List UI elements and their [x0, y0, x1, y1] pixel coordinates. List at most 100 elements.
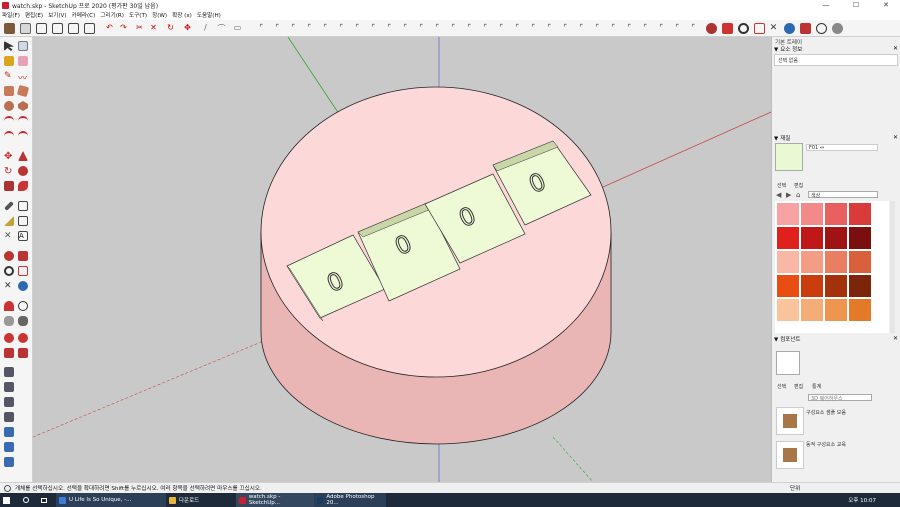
look-around-icon[interactable]: [816, 23, 827, 34]
minimize-button[interactable]: —: [812, 0, 840, 10]
material-category-select[interactable]: 색상: [808, 191, 878, 199]
follow-me-icon[interactable]: [18, 166, 28, 176]
rotate-tool-icon[interactable]: ↻: [4, 166, 14, 177]
component-search-input[interactable]: 3D 웨어하우스: [808, 394, 872, 402]
back-view-icon[interactable]: [84, 23, 95, 34]
swatch[interactable]: [777, 227, 799, 249]
redo-icon[interactable]: ↷: [118, 23, 129, 34]
swatch[interactable]: [849, 203, 871, 225]
section-plane-icon[interactable]: [18, 316, 28, 326]
menu-extensions[interactable]: 확장 (x): [172, 11, 192, 19]
taskbar-item-sketchup[interactable]: watch.skp - SketchUp...: [236, 493, 314, 507]
line-icon[interactable]: /: [200, 23, 211, 34]
rectangle-tool-icon[interactable]: [4, 86, 14, 96]
materials-header[interactable]: ▼ 재질 ✕: [774, 134, 898, 142]
zoom-extents-tool-icon[interactable]: ✕: [4, 281, 14, 291]
menu-view[interactable]: 보기(V): [48, 11, 66, 19]
swatch[interactable]: [801, 251, 823, 273]
search-icon[interactable]: [20, 493, 38, 507]
corner7-icon[interactable]: ⌜: [352, 23, 363, 34]
corner14-icon[interactable]: ⌜: [464, 23, 475, 34]
swatch[interactable]: [849, 227, 871, 249]
swatch[interactable]: [777, 275, 799, 297]
swatch[interactable]: [801, 227, 823, 249]
footprints-icon[interactable]: [832, 23, 843, 34]
line-tool-icon[interactable]: ✎: [4, 71, 14, 81]
corner15-icon[interactable]: ⌜: [480, 23, 491, 34]
tab-edit-materials[interactable]: 편집: [794, 182, 803, 189]
corner27-icon[interactable]: ⌜: [672, 23, 683, 34]
pie-tool-icon[interactable]: [18, 131, 28, 141]
solid-tools-icon[interactable]: [4, 367, 14, 377]
undo-icon[interactable]: ↶: [104, 23, 115, 34]
split-icon[interactable]: [4, 457, 14, 467]
position-camera-icon[interactable]: [784, 23, 795, 34]
corner18-icon[interactable]: ⌜: [528, 23, 539, 34]
corner11-icon[interactable]: ⌜: [416, 23, 427, 34]
corner25-icon[interactable]: ⌜: [640, 23, 651, 34]
menu-edit[interactable]: 편집(E): [25, 11, 43, 19]
subtract-icon[interactable]: [4, 427, 14, 437]
outer-shell-icon[interactable]: [4, 382, 14, 392]
tape-measure-icon[interactable]: [4, 201, 14, 211]
tab-select-materials[interactable]: 선택: [777, 182, 786, 189]
3d-text-icon[interactable]: A: [18, 231, 28, 241]
arc2-tool-icon[interactable]: [18, 116, 28, 126]
zoom-window-tool-icon[interactable]: [18, 266, 28, 276]
corner2-icon[interactable]: ⌜: [272, 23, 283, 34]
component-thumbnail[interactable]: [776, 407, 804, 435]
tab-select-components[interactable]: 선택: [777, 383, 786, 390]
arc3-tool-icon[interactable]: [4, 131, 14, 141]
intersect-icon[interactable]: [4, 397, 14, 407]
material-name-field[interactable]: F01 ↔: [806, 144, 878, 151]
protractor-icon[interactable]: [4, 216, 14, 226]
info-icon[interactable]: [4, 484, 11, 492]
axes-tool-icon[interactable]: ✕: [4, 231, 14, 241]
corner26-icon[interactable]: ⌜: [656, 23, 667, 34]
corner10-icon[interactable]: ⌜: [400, 23, 411, 34]
component-item-samples[interactable]: 구성요소 샘플 모음: [806, 409, 846, 416]
swatch[interactable]: [825, 227, 847, 249]
swatch[interactable]: [849, 299, 871, 321]
corner6-icon[interactable]: ⌜: [336, 23, 347, 34]
menu-camera[interactable]: 카메라(C): [72, 11, 96, 19]
corner16-icon[interactable]: ⌜: [496, 23, 507, 34]
walk-tool-icon[interactable]: [4, 316, 14, 326]
pan-icon[interactable]: [722, 23, 733, 34]
orbit-tool-icon[interactable]: [4, 251, 14, 261]
corner24-icon[interactable]: ⌜: [624, 23, 635, 34]
zoom-window-icon[interactable]: [754, 23, 765, 34]
entity-info-header[interactable]: ▼ 요소 정보 ✕: [774, 45, 898, 53]
tab-stats-components[interactable]: 통계: [812, 383, 821, 390]
corner28-icon[interactable]: ⌜: [688, 23, 699, 34]
home-icon[interactable]: ⌂: [796, 191, 806, 199]
paint-bucket-icon[interactable]: [4, 56, 14, 66]
corner-icon[interactable]: ⌜: [256, 23, 267, 34]
task-view-icon[interactable]: [38, 493, 56, 507]
maximize-button[interactable]: ☐: [842, 0, 870, 10]
polygon-tool-icon[interactable]: [18, 101, 28, 111]
sandbox-icon[interactable]: [4, 333, 14, 343]
components-header[interactable]: ▼ 컴포넌트 ✕: [774, 335, 898, 343]
swatch[interactable]: [801, 203, 823, 225]
corner20-icon[interactable]: ⌜: [560, 23, 571, 34]
swatch[interactable]: [777, 203, 799, 225]
arc-tool-icon[interactable]: [4, 116, 14, 126]
panel-close-icon[interactable]: ✕: [893, 134, 898, 141]
swatch[interactable]: [801, 299, 823, 321]
swatch[interactable]: [825, 299, 847, 321]
right-view-icon[interactable]: [68, 23, 79, 34]
corner8-icon[interactable]: ⌜: [368, 23, 379, 34]
zoom-icon[interactable]: [738, 23, 749, 34]
menu-draw[interactable]: 그리기(R): [100, 11, 124, 19]
zoom-extents-icon[interactable]: ✕: [768, 23, 779, 34]
move-tool-icon[interactable]: ✥: [4, 151, 14, 162]
rect-icon[interactable]: ▭: [232, 23, 243, 34]
corner3-icon[interactable]: ⌜: [288, 23, 299, 34]
union-icon[interactable]: [4, 412, 14, 422]
pan-tool-icon[interactable]: [18, 251, 28, 261]
corner21-icon[interactable]: ⌜: [576, 23, 587, 34]
swatch[interactable]: [825, 251, 847, 273]
select-tool-icon[interactable]: [4, 41, 14, 51]
corner17-icon[interactable]: ⌜: [512, 23, 523, 34]
